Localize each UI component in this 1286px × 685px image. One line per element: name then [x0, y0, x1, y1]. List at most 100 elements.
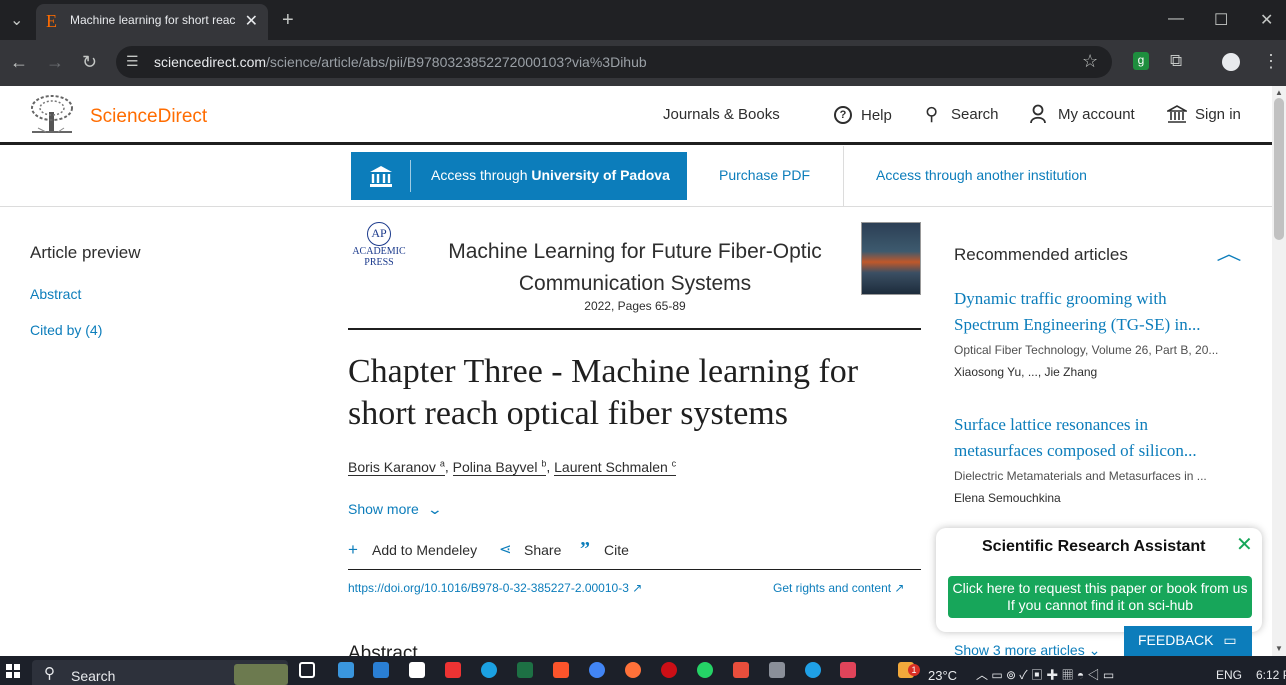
back-icon[interactable]: ←	[10, 52, 28, 73]
onedrive-icon[interactable]	[373, 662, 389, 678]
firefox-icon[interactable]	[625, 662, 641, 678]
account-icon[interactable]	[1030, 104, 1046, 129]
academic-press-logo[interactable]: AP ACADEMIC PRESS	[350, 222, 408, 274]
nav-search[interactable]: Search	[951, 106, 999, 123]
clock[interactable]: 6:12 P	[1256, 668, 1286, 682]
extensions-icon[interactable]: ⧉	[1170, 51, 1182, 71]
help-icon[interactable]: ?	[834, 106, 852, 124]
bookmark-star-icon[interactable]: ☆	[1082, 51, 1098, 72]
access-institution: University of Padova	[531, 167, 670, 183]
access-through-institution-button[interactable]: Access through University of Padova	[351, 152, 687, 200]
recommended-article-title[interactable]: Dynamic traffic grooming with Spectrum E…	[954, 286, 1200, 338]
z-app-icon[interactable]	[445, 662, 461, 678]
brave-icon[interactable]	[553, 662, 569, 678]
external-link-icon: ↗	[632, 581, 643, 595]
site-info-icon[interactable]: ☰	[126, 53, 139, 70]
recommended-article-title[interactable]: Surface lattice resonances in metasurfac…	[954, 412, 1197, 464]
browser-menu-icon[interactable]: ⋮	[1262, 51, 1280, 72]
author-link[interactable]: Laurent Schmalen c	[554, 458, 677, 476]
plus-icon: +	[348, 540, 358, 559]
other-institution-link[interactable]: Access through another institution	[876, 167, 1087, 183]
speech-bubble-icon: ▭	[1223, 632, 1237, 648]
language-indicator[interactable]: ENG	[1216, 668, 1242, 682]
scroll-down-icon[interactable]: ▼	[1275, 644, 1283, 653]
new-tab-icon[interactable]: +	[282, 9, 294, 32]
forward-icon[interactable]: →	[46, 52, 64, 73]
institution-icon[interactable]	[1164, 104, 1190, 129]
author-link[interactable]: Polina Bayvel b	[452, 458, 547, 476]
purchase-pdf-link[interactable]: Purchase PDF	[719, 167, 810, 183]
opera-icon[interactable]	[661, 662, 677, 678]
institution-icon	[369, 164, 393, 193]
request-paper-button[interactable]: Click here to request this paper or book…	[948, 576, 1252, 618]
grammarly-extension-icon[interactable]: g	[1133, 52, 1149, 70]
publisher-line2: PRESS	[364, 257, 394, 268]
app-icon[interactable]	[805, 662, 821, 678]
doi-link[interactable]: https://doi.org/10.1016/B978-0-32-385227…	[348, 581, 642, 595]
nav-my-account[interactable]: My account	[1058, 106, 1135, 123]
edge-icon[interactable]	[481, 662, 497, 678]
chrome-icon[interactable]	[589, 662, 605, 678]
scroll-up-icon[interactable]: ▲	[1275, 88, 1283, 97]
whatsapp-icon[interactable]	[697, 662, 713, 678]
en-app-icon[interactable]	[409, 662, 425, 678]
tab-search-icon[interactable]: ⌄	[10, 10, 23, 30]
feedback-button[interactable]: FEEDBACK ▭	[1124, 626, 1252, 656]
author-link[interactable]: Boris Karanov a	[348, 458, 445, 476]
chapter-title-line2: short reach optical fiber systems	[348, 395, 788, 432]
acrobat-icon[interactable]	[733, 662, 749, 678]
minimize-icon[interactable]: —	[1168, 10, 1184, 28]
tray-icons[interactable]: ︿ ▭ ⊚ ✓ ▣ ✚ ▦ ◓ ◁ ▭	[976, 666, 1114, 683]
show-more-articles-button[interactable]: Show 3 more articles ⌄	[954, 642, 1100, 656]
chevron-up-icon[interactable]: ︿	[1216, 240, 1241, 266]
elsevier-tree-logo[interactable]	[28, 94, 76, 134]
nav-sign-in[interactable]: Sign in	[1195, 106, 1241, 123]
task-view-icon[interactable]	[299, 662, 315, 678]
cite-button[interactable]: Cite	[604, 542, 629, 558]
article-title-line1: Dynamic traffic grooming with	[954, 289, 1167, 308]
excel-icon[interactable]	[517, 662, 533, 678]
app-icon[interactable]	[840, 662, 856, 678]
book-title[interactable]: Machine Learning for Future Fiber-Optic …	[420, 236, 850, 300]
article-title-line2: Spectrum Engineering (TG-SE) in...	[954, 315, 1201, 334]
show-more-label: Show more	[348, 501, 419, 517]
scrollbar-thumb[interactable]	[1274, 98, 1284, 240]
browser-tab[interactable]: E Machine learning for short reach ✕	[36, 4, 268, 40]
feedback-label: FEEDBACK	[1138, 632, 1214, 648]
rights-link[interactable]: Get rights and content ↗	[773, 581, 904, 595]
close-icon[interactable]: ✕	[1236, 532, 1253, 557]
sidebar-item-cited-by[interactable]: Cited by (4)	[30, 322, 102, 338]
nav-journals-books[interactable]: Journals & Books	[663, 106, 780, 123]
access-divider	[843, 146, 844, 206]
recommended-article-source: Dielectric Metamaterials and Metasurface…	[954, 469, 1207, 483]
reload-icon[interactable]: ↻	[82, 52, 97, 73]
profile-avatar-icon[interactable]	[1222, 53, 1240, 71]
book-cover-image[interactable]	[861, 222, 921, 295]
app-icon[interactable]	[769, 662, 785, 678]
sidebar-item-abstract[interactable]: Abstract	[30, 286, 81, 302]
notification-badge: 1	[908, 664, 920, 676]
ap-monogram-icon: AP	[367, 222, 391, 246]
maximize-icon[interactable]: ☐	[1214, 10, 1228, 30]
sidebar-title: Article preview	[30, 243, 141, 262]
nav-help[interactable]: Help	[861, 107, 892, 124]
elsevier-favicon-icon: E	[46, 11, 57, 31]
search-icon[interactable]: ⚲	[925, 104, 938, 125]
article-title-line1: Surface lattice resonances in	[954, 415, 1148, 434]
desktop-app-icon[interactable]	[338, 662, 354, 678]
show-more-button[interactable]: Show more ⌄	[348, 501, 443, 518]
brand-sciencedirect[interactable]: ScienceDirect	[90, 106, 207, 128]
close-tab-icon[interactable]: ✕	[245, 11, 258, 31]
add-to-mendeley-button[interactable]: Add to Mendeley	[372, 542, 477, 558]
url-text: sciencedirect.com/science/article/abs/pi…	[154, 54, 647, 70]
chevron-down-icon: ⌄	[426, 501, 443, 517]
share-button[interactable]: Share	[524, 542, 561, 558]
button-divider	[410, 160, 411, 192]
close-window-icon[interactable]: ✕	[1260, 10, 1273, 30]
access-prefix: Access through	[431, 167, 528, 183]
windows-start-icon[interactable]	[6, 664, 20, 683]
recommended-article-authors: Xiaosong Yu, ..., Jie Zhang	[954, 365, 1098, 379]
temperature-text[interactable]: 23°C	[928, 668, 957, 683]
search-highlight-image	[234, 664, 288, 685]
actions-divider	[348, 569, 921, 570]
